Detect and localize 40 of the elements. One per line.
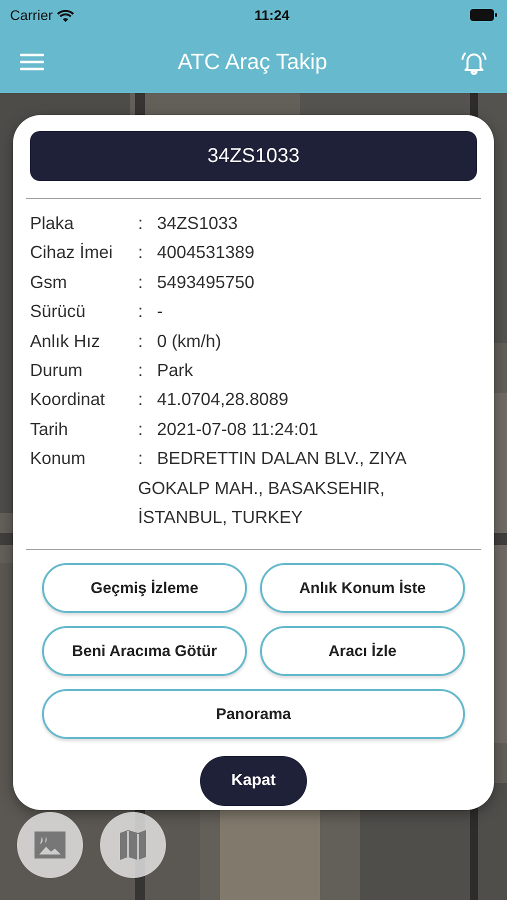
address-text: : BEDRETTIN DALAN BLV., ZIYA GOKALP MAH., BASAKSEHIR, İSTANBUL, TURKEY: [138, 447, 408, 530]
field-label: Koordinat: [30, 388, 106, 412]
battery-icon: [470, 9, 497, 21]
field-value: 5493495750: [157, 270, 254, 294]
wifi-icon: [56, 8, 74, 22]
field-label: Konum: [30, 447, 86, 470]
colon-text: :: [138, 241, 144, 264]
field-value: 0 (km/h): [157, 330, 222, 353]
carrier-text: Carrier: [10, 6, 53, 24]
colon-text: :: [138, 270, 144, 294]
colon-text: :: [138, 418, 144, 441]
field-label: Sürücü: [30, 300, 86, 324]
field-value: 34ZS1033: [157, 212, 238, 235]
action-button[interactable]: Geçmiş İzleme: [42, 563, 247, 614]
field-label: Plaka: [30, 212, 75, 235]
action-button[interactable]: Aracı İzle: [260, 626, 465, 676]
plate-banner: 34ZS1033: [30, 131, 477, 181]
field-label: Tarih: [30, 418, 69, 441]
field-value: -: [157, 300, 163, 324]
field-label: Durum: [30, 359, 84, 382]
status-time: 11:24: [254, 6, 290, 24]
action-button[interactable]: Anlık Konum İste: [260, 563, 465, 614]
colon-text: :: [138, 388, 144, 412]
field-value: 2021-07-08 11:24:01: [157, 418, 318, 441]
field-label: Anlık Hız: [30, 330, 102, 353]
field-value: 4004531389: [157, 241, 254, 264]
field-label: Cihaz İmei: [30, 241, 114, 264]
field-label: Gsm: [30, 270, 68, 294]
close-button[interactable]: Kapat: [200, 756, 307, 806]
colon-text: :: [138, 330, 144, 353]
action-button[interactable]: Panorama: [42, 689, 465, 740]
action-button[interactable]: Beni Aracıma Götür: [42, 626, 247, 676]
colon-text: :: [138, 300, 144, 324]
app-title: ATC Araç Takip: [178, 48, 328, 76]
image-icon: [33, 830, 67, 860]
field-value: Park: [157, 359, 193, 382]
colon-text: :: [138, 212, 144, 235]
colon-text: :: [138, 359, 144, 382]
map-icon: [119, 829, 147, 861]
field-value: 41.0704,28.8089: [157, 388, 288, 412]
